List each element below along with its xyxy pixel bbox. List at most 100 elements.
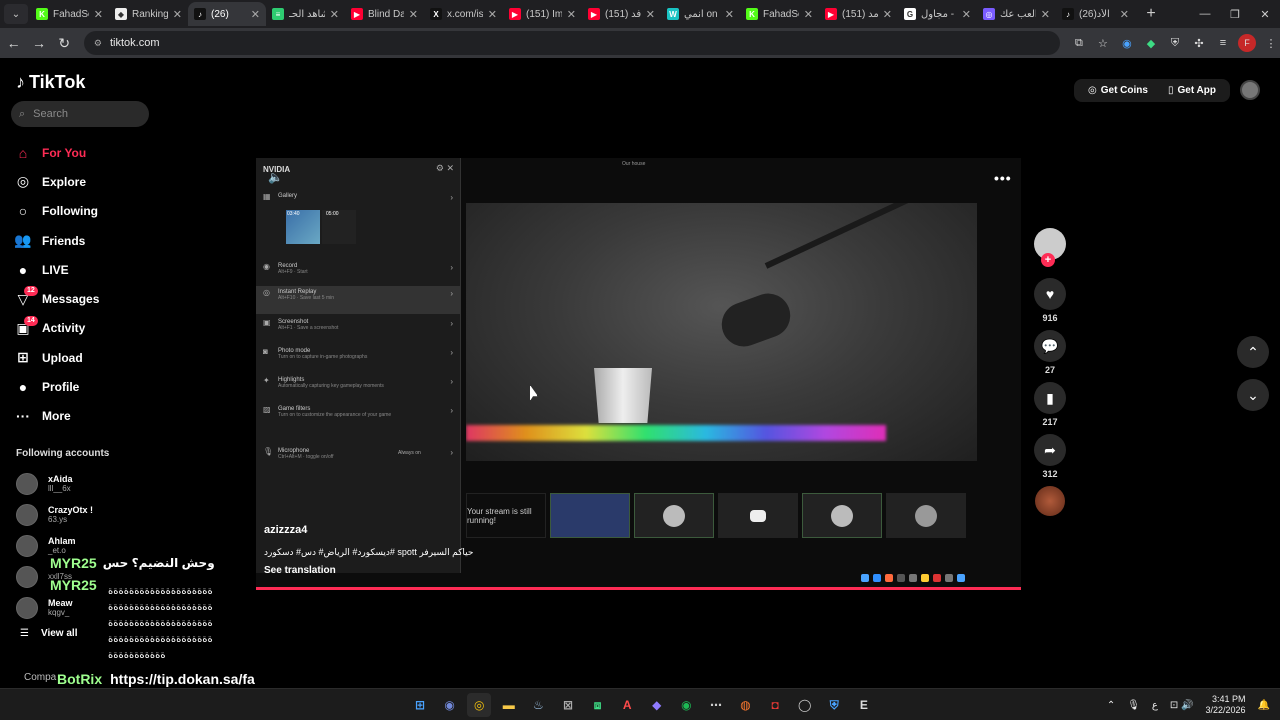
chrome-icon[interactable]: ◎ bbox=[467, 693, 492, 717]
start-icon[interactable]: ⊞ bbox=[408, 693, 432, 717]
media-control-icon[interactable]: ≡ bbox=[1214, 34, 1232, 52]
tab-close-icon[interactable]: ✕ bbox=[1120, 8, 1129, 21]
following-account[interactable]: Meaw kqgv_ bbox=[16, 592, 93, 623]
browser-tab[interactable]: ♪ (26) ✕ bbox=[188, 2, 266, 26]
app-circle-icon[interactable]: ◯ bbox=[793, 693, 817, 717]
comment-button[interactable]: 💬 27 bbox=[1032, 330, 1068, 382]
tab-close-icon[interactable]: ✕ bbox=[567, 8, 576, 21]
browser-tab[interactable]: ▶ Blind Da ✕ bbox=[345, 2, 424, 26]
company-link[interactable]: Compa bbox=[24, 672, 56, 683]
tab-close-icon[interactable]: ✕ bbox=[409, 8, 418, 21]
profile-avatar-icon[interactable]: F bbox=[1237, 34, 1256, 52]
nav-item-following[interactable]: ○ Following bbox=[14, 197, 99, 226]
nav-item-activity[interactable]: ▣ 14 Activity bbox=[14, 314, 99, 343]
get-coins-button[interactable]: ◎ Get Coins bbox=[1078, 79, 1158, 102]
tray-chevron-icon[interactable]: ⌃ bbox=[1107, 700, 1115, 711]
minimize-icon[interactable]: — bbox=[1190, 0, 1220, 28]
back-icon[interactable]: ← bbox=[2, 31, 25, 55]
browser-tab[interactable]: K FahadSc ✕ bbox=[740, 2, 819, 26]
browser-tab[interactable]: K FahadSc ✕ bbox=[30, 2, 109, 26]
app-red2-icon[interactable]: ◘ bbox=[763, 693, 787, 717]
browser-tab[interactable]: ▶ (151) مد ✕ bbox=[819, 2, 898, 26]
scroll-down-icon[interactable]: ⌄ bbox=[1237, 379, 1269, 411]
restore-icon[interactable]: ❐ bbox=[1220, 0, 1250, 28]
nav-item-live[interactable]: ● LIVE bbox=[14, 255, 99, 284]
see-translation-link[interactable]: See translation bbox=[264, 565, 336, 576]
network-volume-icon[interactable]: ⊡ 🔊 bbox=[1170, 700, 1194, 711]
close-window-icon[interactable]: ✕ bbox=[1250, 0, 1280, 28]
music-disc-icon[interactable] bbox=[1035, 486, 1065, 516]
browser-tab[interactable]: ≡ شاهد الحـ ✕ bbox=[266, 2, 345, 26]
browser-tab[interactable]: ◎ العب عك ✕ bbox=[977, 2, 1056, 26]
chrome-menu-icon[interactable]: ⋮ bbox=[1262, 34, 1280, 52]
browser-tab[interactable]: ◆ Ranking ✕ bbox=[109, 2, 188, 26]
app-purple-icon[interactable]: ◆ bbox=[645, 693, 669, 717]
video-player[interactable]: NVIDIA ⚙ ✕ ▦ Gallery › ◉ Record Alt+F9 · Star… bbox=[256, 158, 1021, 590]
more-options-icon[interactable]: ••• bbox=[994, 170, 1012, 186]
extension-3-icon[interactable]: ⛨ bbox=[1166, 34, 1184, 52]
browser-tab[interactable]: Xx.com/is ✕ bbox=[424, 2, 503, 26]
follow-plus-icon[interactable]: + bbox=[1041, 253, 1055, 267]
shield-icon[interactable]: ⛨ bbox=[822, 693, 846, 717]
extensions-puzzle-icon[interactable]: ✣ bbox=[1190, 34, 1208, 52]
app-red-icon[interactable]: A bbox=[615, 693, 639, 717]
browser-tab[interactable]: ▶ (151) Im ✕ bbox=[503, 2, 582, 26]
nav-item-profile[interactable]: ● Profile bbox=[14, 372, 99, 401]
clock[interactable]: 3:41 PM 3/22/2026 bbox=[1206, 694, 1246, 716]
tab-close-icon[interactable]: ✕ bbox=[330, 8, 339, 21]
nav-item-messages[interactable]: ▽ 12 Messages bbox=[14, 284, 99, 313]
get-app-button[interactable]: ▯ Get App bbox=[1158, 79, 1226, 102]
nav-item-friends[interactable]: 👥 Friends bbox=[14, 226, 99, 255]
tab-close-icon[interactable]: ✕ bbox=[883, 8, 892, 21]
tab-close-icon[interactable]: ✕ bbox=[804, 8, 813, 21]
epic-icon[interactable]: E bbox=[852, 693, 876, 717]
nav-item-more[interactable]: ··· More bbox=[14, 402, 99, 431]
language-indicator[interactable]: ع bbox=[1152, 700, 1158, 711]
tab-close-icon[interactable]: ✕ bbox=[725, 8, 734, 21]
video-progress-bar[interactable] bbox=[256, 587, 1021, 590]
new-tab-button[interactable]: + bbox=[1141, 5, 1161, 23]
tiktok-logo[interactable]: ♪ TikTok bbox=[16, 72, 85, 93]
search-input[interactable]: ⌕ Search bbox=[11, 101, 149, 127]
tab-close-icon[interactable]: ✕ bbox=[962, 8, 971, 21]
notification-bell-icon[interactable]: 🔔 bbox=[1258, 700, 1270, 711]
following-account[interactable]: xAida lll__6x bbox=[16, 468, 93, 499]
tab-close-icon[interactable]: ✕ bbox=[1041, 8, 1050, 21]
site-info-icon[interactable]: ⚙ bbox=[94, 38, 102, 49]
browser-tab[interactable]: G مجاول - ✕ bbox=[898, 2, 977, 26]
reload-icon[interactable]: ↻ bbox=[53, 31, 76, 55]
user-avatar[interactable] bbox=[1240, 80, 1260, 100]
tab-close-icon[interactable]: ✕ bbox=[251, 8, 260, 21]
steam-icon[interactable]: ♨ bbox=[526, 693, 550, 717]
share-button[interactable]: ➦ 312 bbox=[1032, 434, 1068, 486]
video-author[interactable]: azizzza4 bbox=[264, 524, 307, 536]
nav-item-explore[interactable]: ◎ Explore bbox=[14, 167, 99, 196]
scroll-up-icon[interactable]: ⌃ bbox=[1237, 336, 1269, 368]
file-explorer-icon[interactable]: ▬ bbox=[497, 693, 521, 717]
heart-button[interactable]: ♥ 916 bbox=[1032, 278, 1068, 330]
nav-item-upload[interactable]: ⊞ Upload bbox=[14, 343, 99, 372]
tab-close-icon[interactable]: ✕ bbox=[488, 8, 497, 21]
view-all-link[interactable]: ☰ View all bbox=[20, 628, 77, 639]
bookmark-button[interactable]: ▮ 217 bbox=[1032, 382, 1068, 434]
browser-tab[interactable]: ♪ (26)الأد ✕ bbox=[1056, 2, 1135, 26]
browser-tab[interactable]: ▶ (151) فد ✕ bbox=[582, 2, 661, 26]
tab-close-icon[interactable]: ✕ bbox=[646, 8, 655, 21]
tab-close-icon[interactable]: ✕ bbox=[173, 8, 182, 21]
browser-tab[interactable]: W انمي on ✕ bbox=[661, 2, 740, 26]
xbox-icon[interactable]: ⊠ bbox=[556, 693, 580, 717]
omnibox[interactable]: ⚙ tiktok.com bbox=[83, 31, 1060, 55]
spotify-icon[interactable]: ◉ bbox=[674, 693, 698, 717]
nav-item-for-you[interactable]: ⌂ For You bbox=[14, 138, 99, 167]
forward-icon[interactable]: → bbox=[27, 31, 50, 55]
app-dots-icon[interactable]: ⋯ bbox=[704, 693, 728, 717]
bookmark-star-icon[interactable]: ☆ bbox=[1094, 34, 1112, 52]
extension-2-icon[interactable]: ◆ bbox=[1142, 34, 1160, 52]
tab-close-icon[interactable]: ✕ bbox=[94, 8, 103, 21]
app-green-icon[interactable]: ⧈ bbox=[586, 693, 610, 717]
following-account[interactable]: CrazyOtx ! 63.ys bbox=[16, 499, 93, 530]
speaker-icon[interactable]: 🔈 bbox=[268, 170, 283, 184]
install-app-icon[interactable]: ⧉ bbox=[1070, 34, 1088, 52]
extension-1-icon[interactable]: ◉ bbox=[1118, 34, 1136, 52]
microphone-icon[interactable]: 🎙 bbox=[1127, 700, 1140, 711]
